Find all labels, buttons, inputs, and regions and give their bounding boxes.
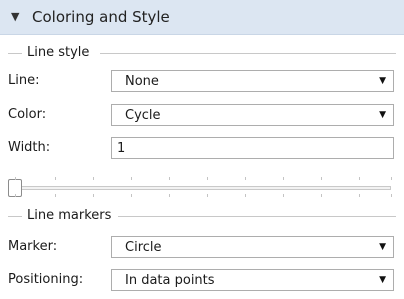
positioning-label: Positioning: bbox=[8, 272, 84, 287]
section-title: Coloring and Style bbox=[32, 8, 170, 26]
width-label: Width: bbox=[8, 140, 51, 155]
line-style-group-title: Line style bbox=[8, 45, 396, 61]
color-select[interactable]: Cycle ▼ bbox=[111, 104, 394, 126]
dropdown-arrow-icon: ▼ bbox=[379, 76, 386, 86]
width-slider[interactable] bbox=[8, 172, 394, 202]
positioning-select[interactable]: In data points ▼ bbox=[111, 269, 394, 291]
dropdown-arrow-icon: ▼ bbox=[379, 110, 386, 120]
dropdown-arrow-icon: ▼ bbox=[379, 275, 386, 285]
line-markers-group-title: Line markers bbox=[8, 208, 396, 224]
width-input[interactable]: 1 bbox=[111, 137, 394, 159]
line-label: Line: bbox=[8, 73, 40, 88]
triangle-down-icon: ▼ bbox=[11, 10, 20, 23]
dropdown-arrow-icon: ▼ bbox=[379, 242, 386, 252]
color-label: Color: bbox=[8, 107, 47, 122]
marker-select[interactable]: Circle ▼ bbox=[111, 236, 394, 258]
line-select[interactable]: None ▼ bbox=[111, 70, 394, 92]
marker-label: Marker: bbox=[8, 239, 58, 254]
slider-track[interactable] bbox=[14, 186, 391, 190]
section-header-coloring-and-style[interactable]: ▼ Coloring and Style bbox=[0, 0, 404, 35]
